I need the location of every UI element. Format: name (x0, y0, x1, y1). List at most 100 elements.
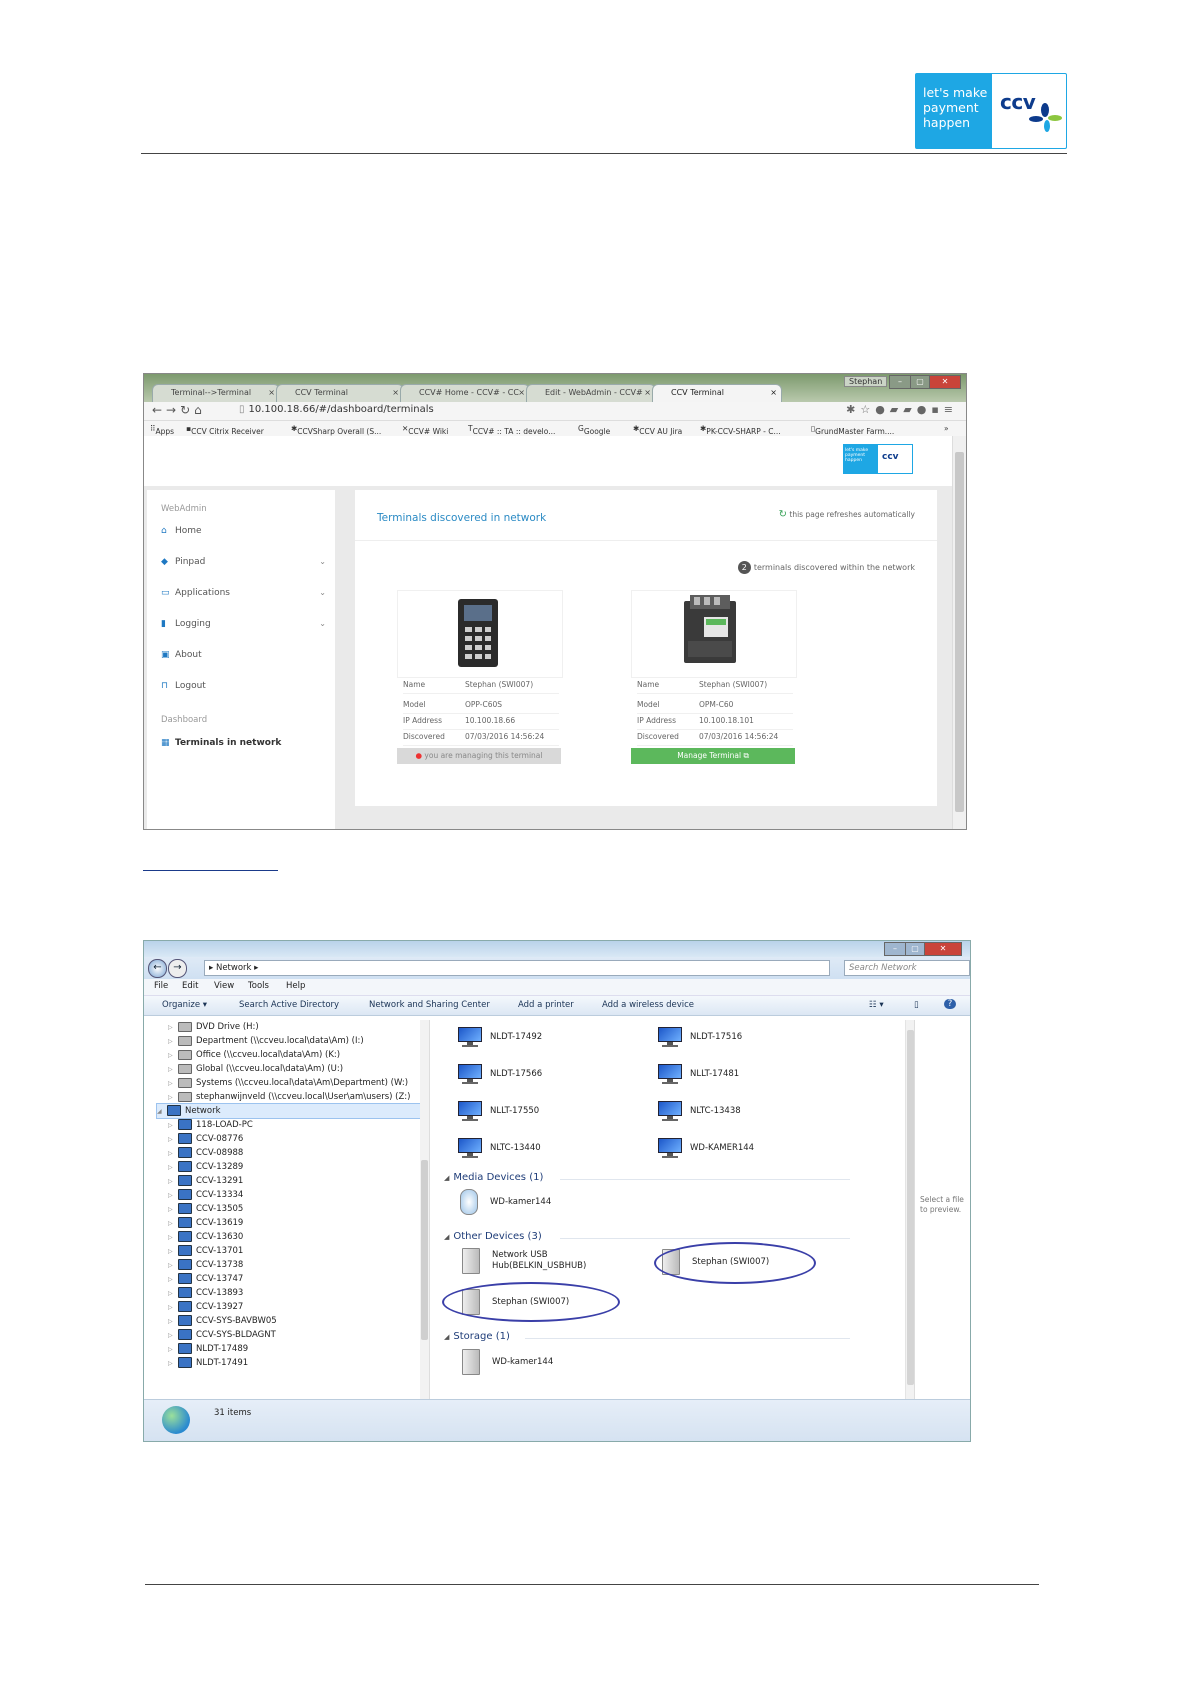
tree-network[interactable]: ◢ Network (156, 1103, 423, 1119)
network-sharing-button[interactable]: Network and Sharing Center (369, 1000, 490, 1010)
sidebar-item-logout[interactable]: ⊓ Logout (161, 681, 326, 691)
tree-host[interactable]: ▷ NLDT-17491 (168, 1356, 248, 1370)
computer-item[interactable]: WD-KAMER144 (658, 1134, 754, 1162)
bookmark[interactable]: ✱ PK-CCV-SHARP - C... (700, 424, 781, 436)
tree-host[interactable]: ▷ CCV-SYS-BAVBW05 (168, 1314, 277, 1328)
computer-icon (658, 1137, 682, 1158)
sidebar-item-applications[interactable]: ▭ Applications ⌄ (161, 588, 326, 598)
tree-host[interactable]: ▷ CCV-08776 (168, 1132, 243, 1146)
tree-host[interactable]: ▷ CCV-08988 (168, 1146, 243, 1160)
menu-file[interactable]: File (154, 981, 168, 991)
terminal-discovered-row: Discovered 07/03/2016 14:56:24 (637, 730, 793, 746)
computer-item[interactable]: NLTC-13440 (458, 1134, 541, 1162)
bookmark[interactable]: ✱ CCV AU Jira (633, 424, 682, 436)
group-media-devices[interactable]: ◢ Media Devices (1) (444, 1172, 543, 1183)
computer-item[interactable]: NLLT-17550 (458, 1097, 539, 1125)
bookmark[interactable]: ▯ GrundMaster Farm.... (811, 424, 894, 436)
sidebar-item-logging[interactable]: ▮ Logging ⌄ (161, 619, 326, 629)
sidebar-item-terminals[interactable]: ▦ Terminals in network (161, 738, 326, 748)
tree-host[interactable]: ▷ CCV-13289 (168, 1160, 243, 1174)
url-field[interactable]: ▯ 10.100.18.66/#/dashboard/terminals (239, 404, 434, 415)
computer-item[interactable]: NLDT-17516 (658, 1023, 742, 1051)
browser-scrollbar[interactable] (952, 436, 966, 829)
help-icon[interactable]: ? (944, 999, 956, 1009)
tree-host[interactable]: ▷ CCV-13738 (168, 1258, 243, 1272)
refresh-note: ↻ this page refreshes automatically (778, 509, 915, 520)
address-path[interactable]: ▸ Network ▸ (204, 960, 830, 976)
terminal-card: Name Stephan (SWI007) Model OPP-C60S IP Ad… (397, 590, 563, 764)
tree-host[interactable]: ▷ CCV-13291 (168, 1174, 243, 1188)
organize-button[interactable]: Organize ▾ (162, 1000, 207, 1010)
tree-host[interactable]: ▷ CCV-SYS-BLDAGNT (168, 1328, 276, 1342)
close-window-button[interactable]: ✕ (929, 375, 961, 389)
bookmark[interactable]: ⠿ Apps (150, 424, 174, 436)
tree-host[interactable]: ▷ CCV-13630 (168, 1230, 243, 1244)
close-window-button[interactable]: ✕ (924, 942, 962, 956)
tree-host[interactable]: ▷ 118-LOAD-PC (168, 1118, 253, 1132)
tree-drive[interactable]: ▷ Office (\\ccveu.local\data\Am) (K:) (168, 1048, 340, 1062)
bookmarks-more[interactable]: » (944, 424, 949, 433)
tree-drive[interactable]: ▷ DVD Drive (H:) (168, 1020, 259, 1034)
tree-drive[interactable]: ▷ stephanwijnveld (\\ccveu.local\User\am\… (168, 1090, 410, 1104)
back-button[interactable]: ← (148, 959, 167, 978)
tree-host[interactable]: ▷ CCV-13619 (168, 1216, 243, 1230)
tree-host[interactable]: ▷ CCV-13701 (168, 1244, 243, 1258)
explorer-address-row: ← → ▸ Network ▸ Search Network (144, 957, 970, 979)
computer-item[interactable]: NLDT-17566 (458, 1060, 542, 1088)
computer-item[interactable]: NLTC-13438 (658, 1097, 741, 1125)
sidebar-item-pinpad[interactable]: ◆ Pinpad ⌄ (161, 557, 326, 567)
view-options-icon[interactable]: ☷ ▾ (869, 1000, 884, 1010)
search-ad-button[interactable]: Search Active Directory (239, 1000, 339, 1010)
minimize-button[interactable]: – (884, 942, 906, 956)
bookmark[interactable]: ▪ CCV Citrix Receiver (186, 424, 264, 436)
browser-tab[interactable]: CCV# Home - CCV# - CC × (400, 384, 530, 402)
tree-host[interactable]: ▷ CCV-13893 (168, 1286, 243, 1300)
browser-tab[interactable]: CCV Terminal × (276, 384, 404, 402)
bookmark[interactable]: ✱ CCVSharp Overall (S... (291, 424, 381, 436)
nav-buttons[interactable]: ←→↻⌂ (152, 403, 206, 417)
preview-pane-icon[interactable]: ▯ (914, 1000, 919, 1010)
group-storage[interactable]: ◢ Storage (1) (444, 1331, 510, 1342)
browser-tab[interactable]: Terminal-->Terminal × (152, 384, 280, 402)
tree-drive[interactable]: ▷ Department (\\ccveu.local\data\Am) (I:) (168, 1034, 364, 1048)
tree-host[interactable]: ▷ CCV-13927 (168, 1300, 243, 1314)
browser-tab-active[interactable]: CCV Terminal × (652, 384, 782, 402)
tree-host[interactable]: ▷ CCV-13334 (168, 1188, 243, 1202)
computer-item[interactable]: NLLT-17481 (658, 1060, 739, 1088)
group-other-devices[interactable]: ◢ Other Devices (3) (444, 1231, 542, 1242)
computer-item[interactable]: NLDT-17492 (458, 1023, 542, 1051)
browser-tab[interactable]: Edit - WebAdmin - CCV# × (526, 384, 656, 402)
forward-button[interactable]: → (168, 959, 187, 978)
menu-edit[interactable]: Edit (182, 981, 198, 991)
computer-icon (458, 1100, 482, 1121)
storage-item[interactable]: WD-kamer144 (462, 1348, 553, 1376)
add-printer-button[interactable]: Add a printer (518, 1000, 574, 1010)
sidebar-item-about[interactable]: ▣ About (161, 650, 326, 660)
tree-scrollbar[interactable] (420, 1020, 429, 1399)
bookmark[interactable]: T CCV# :: TA :: develo... (468, 424, 555, 436)
sidebar-item-home[interactable]: ⌂ Home (161, 526, 326, 536)
tree-drive[interactable]: ▷ Global (\\ccveu.local\data\Am) (U:) (168, 1062, 343, 1076)
media-device-item[interactable]: WD-kamer144 (460, 1188, 551, 1216)
count-badge: 2 (737, 561, 751, 574)
maximize-button[interactable]: ▢ (905, 942, 925, 956)
tree-host[interactable]: ▷ CCV-13505 (168, 1202, 243, 1216)
menu-tools[interactable]: Tools (248, 981, 269, 991)
menu-help[interactable]: Help (286, 981, 305, 991)
minimize-button[interactable]: – (889, 375, 911, 389)
menu-view[interactable]: View (214, 981, 234, 991)
tree-drive[interactable]: ▷ Systems (\\ccveu.local\data\Am\Departme… (168, 1076, 408, 1090)
bookmark[interactable]: G Google (578, 424, 610, 436)
maximize-button[interactable]: ▢ (910, 375, 930, 389)
manage-terminal-button[interactable]: Manage Terminal ⧉ (631, 748, 795, 764)
bookmark[interactable]: ✕ CCV# Wiki (402, 424, 448, 436)
device-item[interactable]: Network USB Hub(BELKIN_USBHUB) (462, 1248, 602, 1276)
toolbar-icons[interactable]: ✱☆●▰▰●▪≡ (846, 403, 958, 416)
search-input[interactable]: Search Network (844, 960, 970, 976)
external-link-icon: ⧉ (743, 751, 749, 760)
card-icon: ▭ (161, 588, 170, 598)
tree-host[interactable]: ▷ CCV-13747 (168, 1272, 243, 1286)
tree-host[interactable]: ▷ NLDT-17489 (168, 1342, 248, 1356)
add-wireless-button[interactable]: Add a wireless device (602, 1000, 694, 1010)
webadmin-body: WebAdmin ⌂ Home ◆ Pinpad ⌄ ▭ Applications ⌄ ▮… (144, 486, 952, 829)
